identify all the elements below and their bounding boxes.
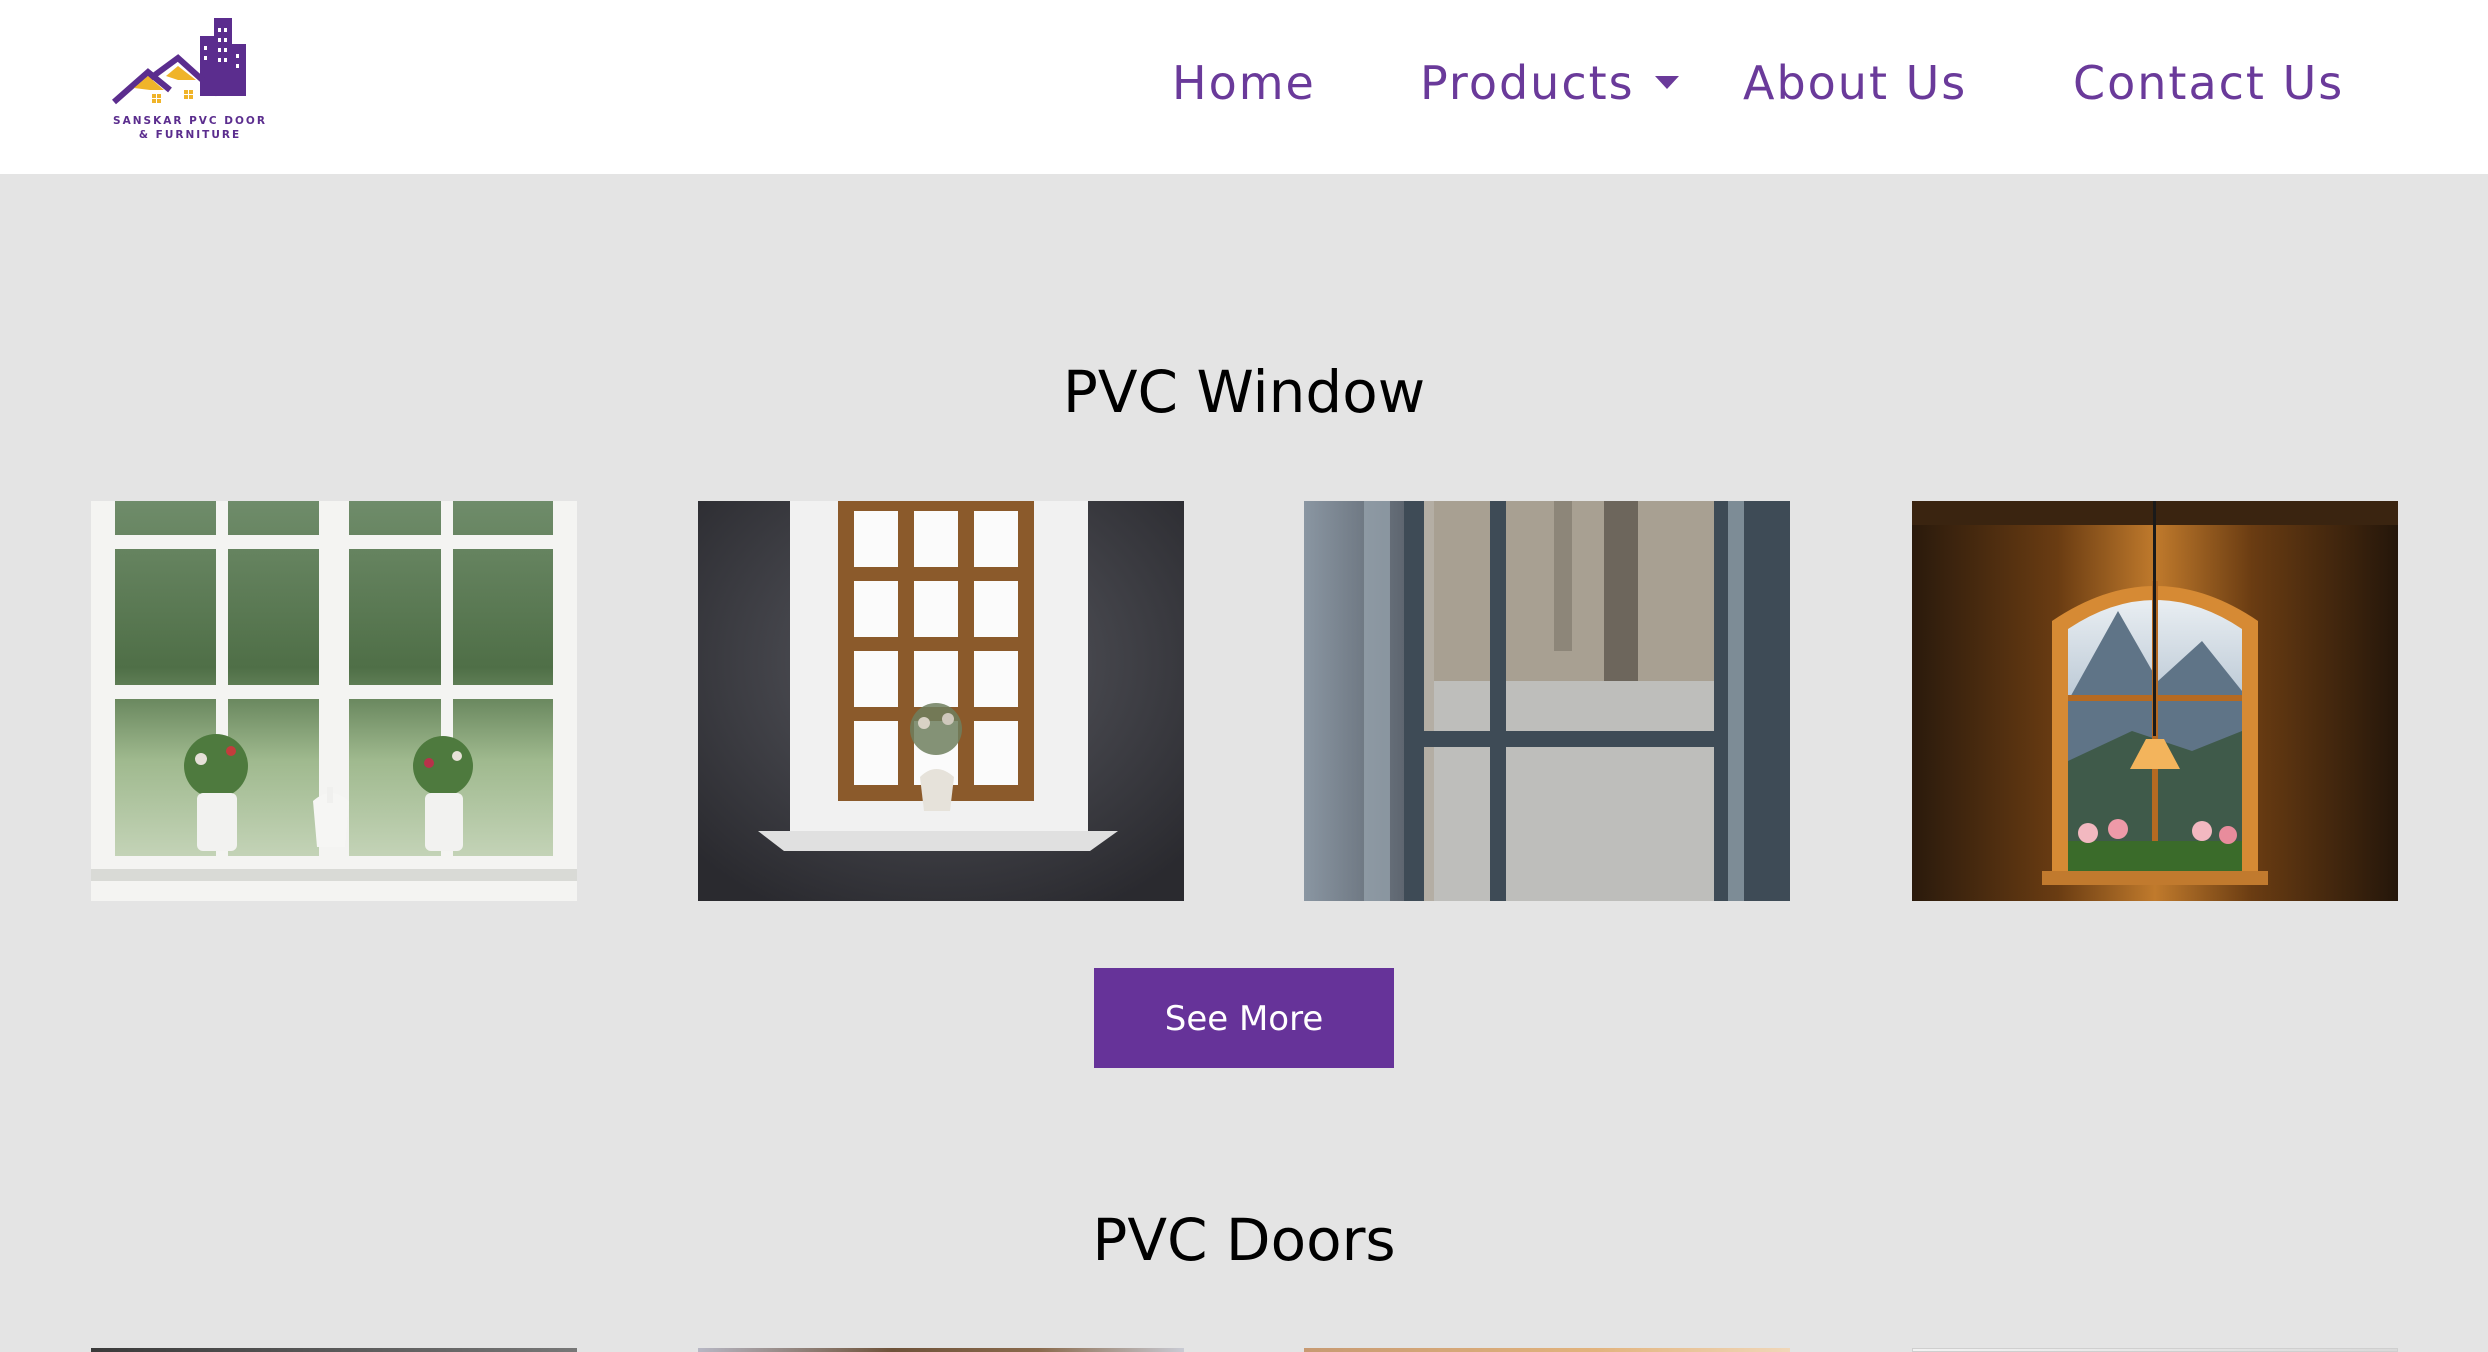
- see-more-button[interactable]: See More: [1094, 968, 1394, 1068]
- door-image-1[interactable]: [91, 1348, 577, 1352]
- logo-icon: [112, 18, 246, 105]
- pvc-doors-heading: PVC Doors: [1092, 1206, 1396, 1274]
- window-image-4[interactable]: [1912, 501, 2398, 901]
- nav-about-link[interactable]: About Us: [1743, 56, 1967, 110]
- door-image-4[interactable]: [1912, 1348, 2398, 1352]
- logo-text: SANSKAR PVC DOOR & FURNITURE: [108, 114, 272, 142]
- door-image-3[interactable]: [1304, 1348, 1790, 1352]
- pvc-window-heading: PVC Window: [1062, 358, 1426, 426]
- nav-home-link[interactable]: Home: [1172, 56, 1316, 110]
- site-header: SANSKAR PVC DOOR & FURNITURE Home Produc…: [0, 0, 2488, 174]
- window-image-1[interactable]: [91, 501, 577, 901]
- logo-text-line2: & FURNITURE: [138, 129, 242, 141]
- logo-text-line1: SANSKAR PVC DOOR: [113, 115, 267, 127]
- nav-contact-link[interactable]: Contact Us: [2073, 56, 2344, 110]
- window-image-3[interactable]: [1304, 501, 1790, 901]
- nav-products-link[interactable]: Products: [1420, 56, 1635, 110]
- window-image-2[interactable]: [698, 501, 1184, 901]
- door-image-2[interactable]: [698, 1348, 1184, 1352]
- logo[interactable]: SANSKAR PVC DOOR & FURNITURE: [108, 14, 272, 148]
- products-dropdown-caret-icon[interactable]: [1655, 76, 1679, 89]
